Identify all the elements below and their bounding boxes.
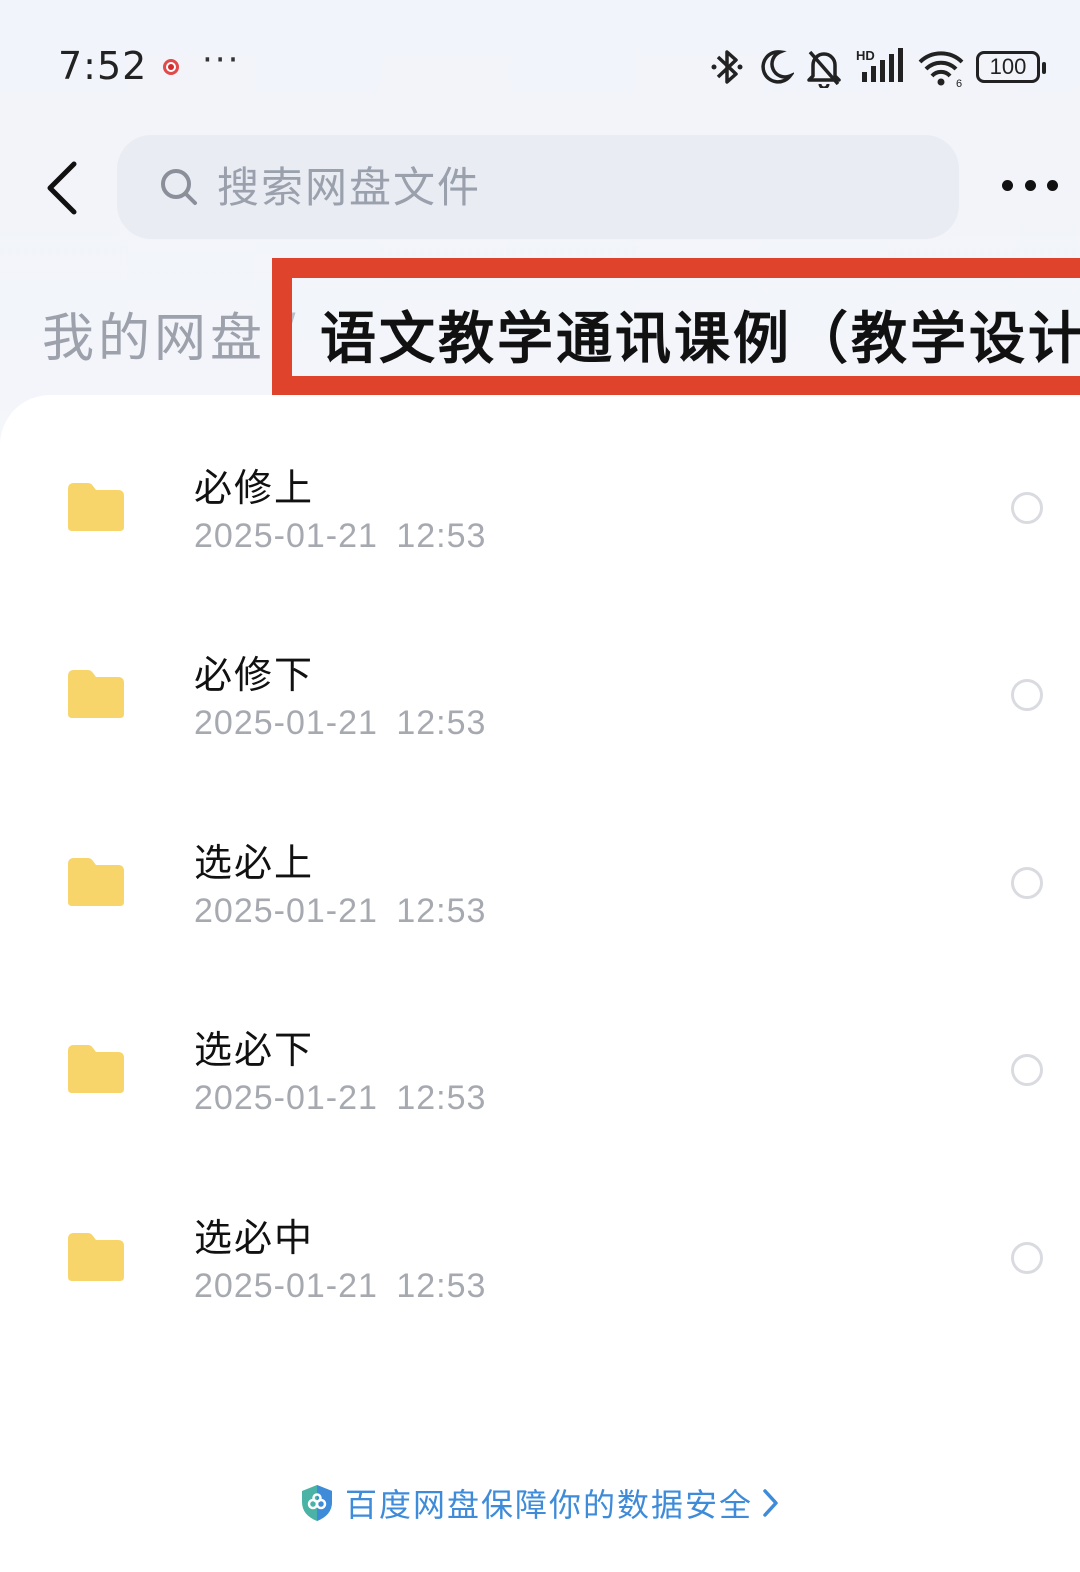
hd-signal-icon: HD: [856, 48, 903, 82]
bluetooth-icon: [711, 50, 743, 84]
folder-icon: [68, 1233, 124, 1281]
status-bar: 7:52 ··· HD 6 100: [0, 0, 1080, 130]
search-box[interactable]: [117, 135, 959, 239]
file-date: 2025-01-21 12:53: [194, 1267, 487, 1305]
status-icons: HD 6 100: [708, 44, 1046, 90]
list-item[interactable]: 选必中 2025-01-21 12:53: [0, 1145, 1080, 1332]
file-name: 选必上: [194, 841, 315, 885]
folder-icon: [68, 858, 124, 906]
select-checkbox[interactable]: [1011, 679, 1043, 711]
list-item[interactable]: 选必上 2025-01-21 12:53: [0, 770, 1080, 957]
select-checkbox[interactable]: [1011, 492, 1043, 524]
chevron-right-icon: [763, 1489, 778, 1517]
shield-icon: [301, 1485, 332, 1521]
file-date: 2025-01-21 12:53: [194, 704, 487, 742]
folder-icon: [68, 1045, 124, 1093]
file-list: 必修上 2025-01-21 12:53 必修下 2025-01-21 12:5…: [0, 395, 1080, 1395]
list-item[interactable]: 选必下 2025-01-21 12:53: [0, 957, 1080, 1144]
list-item[interactable]: 必修下 2025-01-21 12:53: [0, 582, 1080, 769]
file-name: 必修上: [194, 466, 315, 510]
back-button[interactable]: [40, 158, 90, 218]
folder-icon: [68, 670, 124, 718]
security-note-link[interactable]: 百度网盘保障你的数据安全: [0, 1478, 1080, 1528]
recording-indicator-icon: [163, 59, 179, 75]
search-input[interactable]: [217, 162, 917, 212]
file-name: 必修下: [194, 653, 315, 697]
more-options-button[interactable]: [1002, 170, 1058, 200]
moon-icon: [761, 50, 794, 84]
search-icon: [161, 169, 197, 205]
breadcrumb-root[interactable]: 我的网盘: [42, 296, 266, 371]
security-note-text: 百度网盘保障你的数据安全: [344, 1486, 753, 1524]
select-checkbox[interactable]: [1011, 1054, 1043, 1086]
file-date: 2025-01-21 12:53: [194, 892, 487, 930]
file-name: 选必中: [194, 1216, 315, 1260]
wifi-icon: 6: [918, 51, 964, 88]
status-time: 7:52: [58, 44, 148, 88]
breadcrumb: 我的网盘 / 语文教学通讯课例（教学设计）: [0, 258, 1080, 398]
dot-icon: [1047, 179, 1058, 191]
dot-icon: [1024, 179, 1036, 191]
select-checkbox[interactable]: [1011, 867, 1043, 899]
folder-icon: [68, 483, 124, 531]
select-checkbox[interactable]: [1011, 1242, 1043, 1274]
battery-icon: 100: [976, 51, 1046, 83]
list-item[interactable]: 必修上 2025-01-21 12:53: [0, 395, 1080, 582]
svg-text:6: 6: [956, 78, 962, 88]
breadcrumb-current: 语文教学通讯课例（教学设计）: [320, 307, 1080, 372]
svg-text:HD: HD: [856, 48, 875, 63]
file-date: 2025-01-21 12:53: [194, 517, 487, 555]
file-date: 2025-01-21 12:53: [194, 1079, 487, 1117]
file-name: 选必下: [194, 1028, 315, 1072]
dot-icon: [1002, 179, 1013, 191]
bell-muted-icon: [807, 50, 841, 88]
status-more-indicator: ···: [202, 40, 241, 80]
